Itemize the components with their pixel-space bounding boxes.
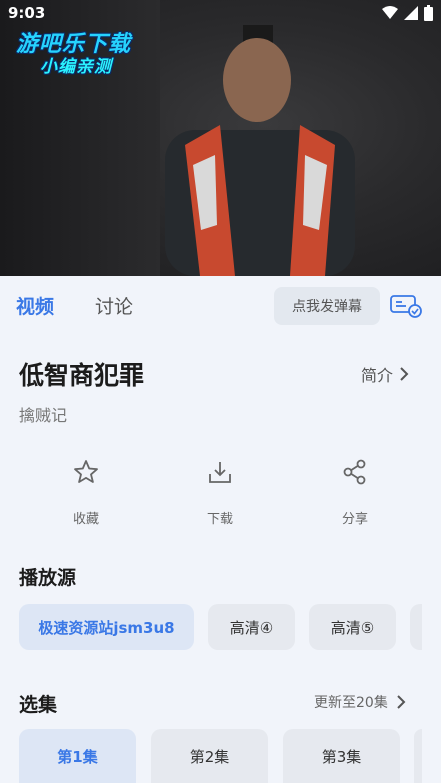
intro-link[interactable]: 简介 <box>361 362 409 386</box>
episode-chip[interactable]: 第2集 <box>151 729 268 783</box>
video-title: 低智商犯罪 <box>19 361 145 390</box>
watermark-line2: 小编亲测 <box>40 57 112 77</box>
share-label: 分享 <box>341 512 368 527</box>
battery-icon <box>424 5 433 21</box>
episode-chip-partial[interactable] <box>414 729 422 783</box>
tab-discuss[interactable]: 讨论 <box>95 292 133 319</box>
source-chip-partial[interactable] <box>410 604 422 650</box>
status-icons <box>382 5 433 21</box>
tab-bar: 视频 讨论 点我发弹幕 <box>0 276 441 334</box>
video-player[interactable]: 9:03 游吧乐下载 小编亲测 <box>0 0 441 276</box>
episodes-more-link[interactable]: 更新至20集 <box>314 692 406 712</box>
video-subtitle: 擒贼记 <box>19 406 68 425</box>
episodes-update-text: 更新至20集 <box>314 695 388 711</box>
favorite-label: 收藏 <box>72 512 99 527</box>
episode-chip[interactable]: 第1集 <box>19 729 136 783</box>
sources-heading: 播放源 <box>19 567 77 589</box>
danmu-settings-icon[interactable] <box>390 294 422 318</box>
favorite-button[interactable]: 收藏 <box>51 458 121 527</box>
wifi-icon <box>382 6 398 19</box>
source-chip[interactable]: 极速资源站jsm3u8 <box>19 604 194 650</box>
download-icon <box>209 462 231 483</box>
share-icon <box>343 459 366 485</box>
watermark-logo: 游吧乐下载 小编亲测 <box>6 12 156 77</box>
intro-label: 简介 <box>361 366 394 385</box>
download-label: 下载 <box>206 512 233 527</box>
chevron-right-icon <box>397 695 406 709</box>
video-frame-person <box>165 25 355 276</box>
download-button[interactable]: 下载 <box>185 458 255 527</box>
source-chip[interactable]: 高清④ <box>208 604 295 650</box>
tab-video[interactable]: 视频 <box>16 292 54 319</box>
star-icon <box>74 460 98 483</box>
signal-icon <box>404 6 418 20</box>
source-chip[interactable]: 高清⑤ <box>309 604 396 650</box>
chevron-right-icon <box>400 367 409 381</box>
send-danmu-button[interactable]: 点我发弹幕 <box>274 287 380 325</box>
share-button[interactable]: 分享 <box>320 458 390 527</box>
episodes-heading: 选集 <box>19 694 58 716</box>
episode-chip[interactable]: 第3集 <box>283 729 400 783</box>
